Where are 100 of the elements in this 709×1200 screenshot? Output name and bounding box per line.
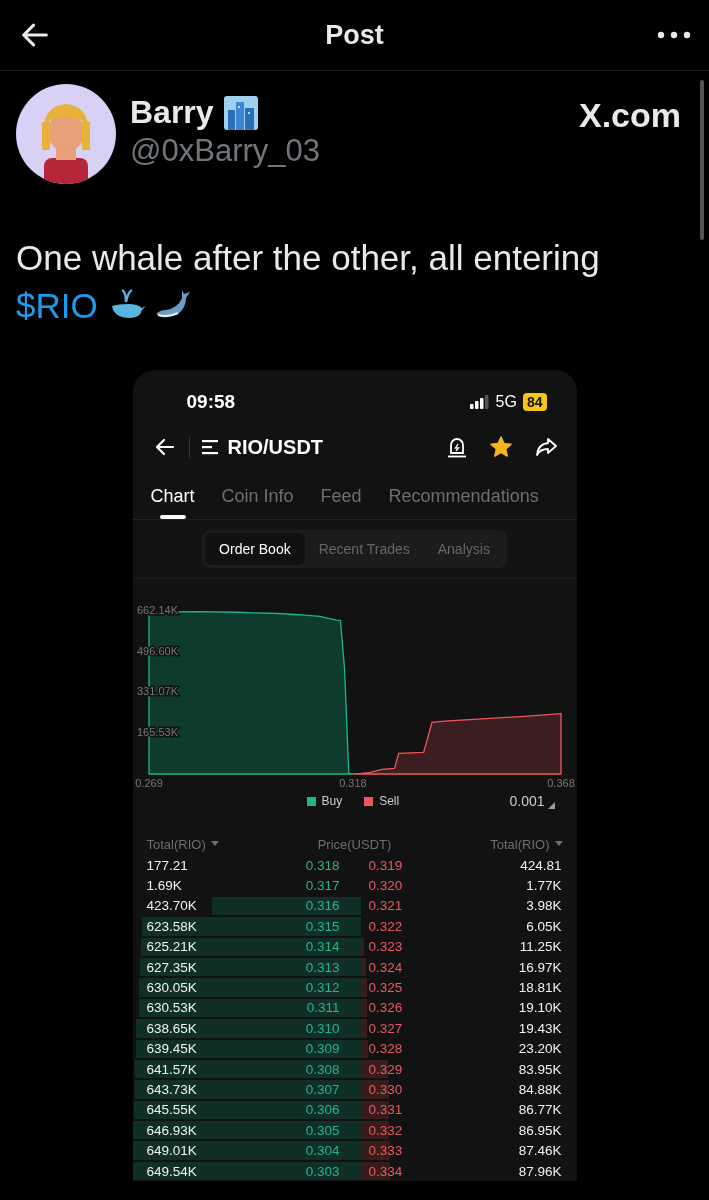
ask-price[interactable]: 0.321 (368, 898, 403, 914)
bid-total: 646.93K (146, 1122, 197, 1138)
ask-price[interactable]: 0.324 (368, 959, 403, 975)
column-header[interactable]: Total(RIO) (146, 836, 286, 852)
x-axis-label: 0.318 (338, 777, 367, 789)
ask-total: 1.77K (526, 878, 562, 894)
ask-price[interactable]: 0.331 (368, 1102, 403, 1118)
ask-price[interactable]: 0.322 (368, 918, 403, 934)
corner-caret-icon (547, 802, 555, 809)
ask-total: 86.77K (518, 1102, 562, 1118)
bid-total: 645.55K (146, 1102, 197, 1118)
bid-price[interactable]: 0.312 (305, 980, 340, 996)
ask-total: 6.05K (526, 918, 562, 934)
legend-label: Sell (379, 794, 400, 808)
bid-total: 630.53K (146, 1000, 197, 1016)
tweet-text: One whale after the other, all entering (16, 238, 600, 277)
ask-total: 86.95K (518, 1122, 562, 1138)
ask-total: 87.96K (518, 1163, 562, 1179)
bid-price[interactable]: 0.304 (305, 1143, 340, 1159)
ask-total: 16.97K (518, 959, 562, 975)
bid-price[interactable]: 0.303 (305, 1163, 340, 1179)
more-icon (657, 30, 691, 40)
sort-caret-icon (210, 841, 219, 847)
pair-title[interactable]: RIO/USDT (227, 435, 324, 459)
ask-price[interactable]: 0.329 (368, 1061, 403, 1077)
bid-price[interactable]: 0.311 (306, 1000, 340, 1016)
x-axis-label: 0.269 (134, 777, 163, 789)
bid-price[interactable]: 0.317 (305, 878, 340, 894)
signal-icon (469, 395, 490, 409)
ask-price[interactable]: 0.323 (368, 939, 403, 955)
tab[interactable]: Chart (150, 478, 195, 519)
ask-total: 18.81K (518, 980, 562, 996)
ask-price[interactable]: 0.332 (368, 1122, 403, 1138)
bid-price[interactable]: 0.308 (305, 1061, 340, 1077)
menu-icon[interactable] (201, 439, 220, 455)
favorite-star-icon[interactable] (488, 435, 513, 459)
bid-total: 1.69K (146, 878, 182, 894)
ask-total: 23.20K (518, 1041, 562, 1057)
ask-total: 83.95K (518, 1061, 562, 1077)
bid-price[interactable]: 0.305 (305, 1122, 340, 1138)
author-name[interactable]: Barry (130, 94, 214, 131)
bid-price[interactable]: 0.307 (305, 1082, 340, 1097)
segment-button[interactable]: Recent Trades (304, 533, 424, 565)
ask-price[interactable]: 0.327 (368, 1020, 403, 1036)
bid-total: 641.57K (146, 1061, 197, 1077)
alert-icon[interactable] (446, 436, 467, 458)
bid-total: 177.21 (146, 857, 188, 873)
tab[interactable]: Recommendations (388, 478, 539, 519)
segment-button[interactable]: Analysis (423, 533, 504, 565)
bid-price[interactable]: 0.313 (305, 959, 340, 975)
ask-total: 84.88K (518, 1082, 562, 1097)
status-time: 09:58 (186, 391, 236, 413)
more-button[interactable] (657, 30, 691, 40)
bid-total: 627.35K (146, 959, 197, 975)
bid-price[interactable]: 0.316 (305, 898, 340, 914)
cashtag-link[interactable]: $RIO (16, 286, 98, 325)
bid-total: 630.05K (146, 980, 197, 996)
ask-price[interactable]: 0.320 (368, 878, 403, 894)
bid-price[interactable]: 0.310 (305, 1020, 340, 1036)
bid-price[interactable]: 0.314 (305, 939, 340, 955)
bid-total: 625.21K (146, 939, 197, 955)
ask-price[interactable]: 0.325 (368, 980, 403, 996)
bid-total: 638.65K (146, 1020, 197, 1036)
ask-price[interactable]: 0.319 (368, 857, 403, 873)
bid-total: 643.73K (146, 1082, 197, 1097)
source-label: X.com (578, 96, 681, 135)
ask-total: 19.43K (518, 1020, 562, 1036)
ask-price[interactable]: 0.326 (368, 1000, 403, 1016)
ask-price[interactable]: 0.330 (368, 1082, 403, 1097)
tab[interactable]: Coin Info (221, 478, 294, 519)
legend-label: Buy (321, 794, 343, 808)
bid-price[interactable]: 0.306 (305, 1102, 340, 1118)
ask-price[interactable]: 0.334 (368, 1163, 403, 1179)
author-handle[interactable]: @0xBarry_03 (130, 133, 579, 169)
bid-total: 423.70K (146, 898, 197, 914)
bid-total: 649.54K (146, 1163, 197, 1179)
column-header: Price(USDT) (316, 836, 393, 852)
city-icon (223, 95, 258, 130)
ask-total: 3.98K (526, 898, 562, 914)
segment-button[interactable]: Order Book (205, 533, 305, 565)
bid-total: 639.45K (146, 1041, 197, 1057)
ask-price[interactable]: 0.328 (368, 1041, 403, 1057)
tab[interactable]: Feed (320, 478, 362, 519)
bid-total: 649.01K (146, 1143, 197, 1159)
column-header[interactable]: Total(RIO) (423, 836, 563, 852)
bid-total: 623.58K (146, 918, 197, 934)
bid-price[interactable]: 0.309 (305, 1041, 340, 1057)
share-icon[interactable] (534, 437, 557, 457)
ask-total: 19.10K (518, 1000, 562, 1016)
network-type: 5G (495, 393, 517, 411)
sort-caret-icon (554, 841, 563, 847)
precision-selector[interactable]: 0.001 (509, 793, 555, 809)
ask-total: 424.81 (520, 857, 562, 873)
battery-level: 84 (522, 393, 547, 411)
x-axis-label: 0.368 (546, 777, 575, 789)
ask-total: 11.25K (519, 939, 562, 955)
bid-price[interactable]: 0.318 (305, 857, 340, 873)
ask-price[interactable]: 0.333 (368, 1143, 403, 1159)
ask-total: 87.46K (518, 1143, 562, 1159)
bid-price[interactable]: 0.315 (305, 918, 340, 934)
